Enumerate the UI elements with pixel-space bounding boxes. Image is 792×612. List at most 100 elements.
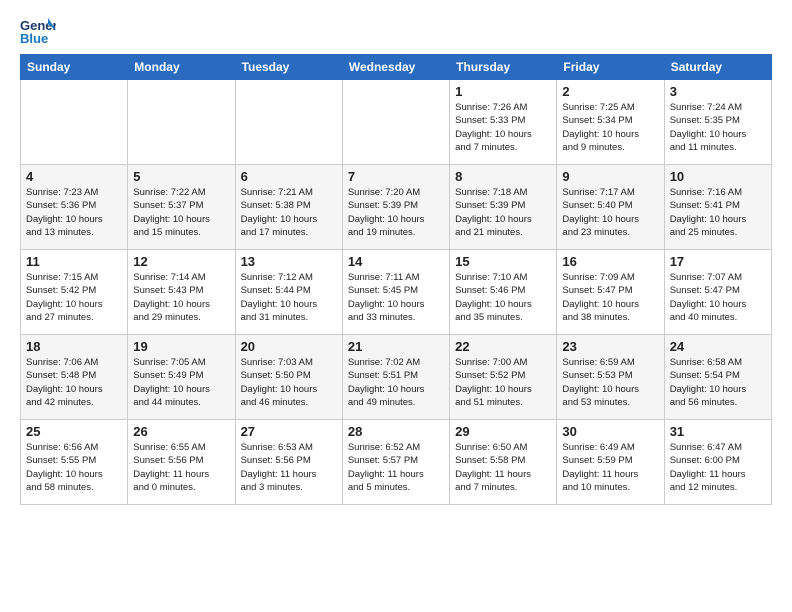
day-number: 18	[26, 339, 122, 354]
day-number: 16	[562, 254, 658, 269]
weekday-header-sunday: Sunday	[21, 55, 128, 80]
calendar-cell: 26 Sunrise: 6:55 AMSunset: 5:56 PMDayligh…	[128, 420, 235, 505]
day-info: Sunrise: 7:21 AMSunset: 5:38 PMDaylight:…	[241, 186, 337, 239]
day-number: 1	[455, 84, 551, 99]
day-number: 13	[241, 254, 337, 269]
day-info: Sunrise: 7:26 AMSunset: 5:33 PMDaylight:…	[455, 101, 551, 154]
day-info: Sunrise: 6:59 AMSunset: 5:53 PMDaylight:…	[562, 356, 658, 409]
day-info: Sunrise: 6:58 AMSunset: 5:54 PMDaylight:…	[670, 356, 766, 409]
day-info: Sunrise: 7:25 AMSunset: 5:34 PMDaylight:…	[562, 101, 658, 154]
day-number: 9	[562, 169, 658, 184]
day-number: 14	[348, 254, 444, 269]
calendar-cell: 3 Sunrise: 7:24 AMSunset: 5:35 PMDaylight…	[664, 80, 771, 165]
day-number: 20	[241, 339, 337, 354]
week-row-1: 1 Sunrise: 7:26 AMSunset: 5:33 PMDaylight…	[21, 80, 772, 165]
calendar-cell: 30 Sunrise: 6:49 AMSunset: 5:59 PMDayligh…	[557, 420, 664, 505]
weekday-header-friday: Friday	[557, 55, 664, 80]
calendar-cell	[21, 80, 128, 165]
day-number: 21	[348, 339, 444, 354]
day-info: Sunrise: 7:11 AMSunset: 5:45 PMDaylight:…	[348, 271, 444, 324]
day-info: Sunrise: 7:22 AMSunset: 5:37 PMDaylight:…	[133, 186, 229, 239]
calendar-cell: 12Sunrise: 7:14 AMSunset: 5:43 PMDayligh…	[128, 250, 235, 335]
calendar-cell: 4Sunrise: 7:23 AMSunset: 5:36 PMDaylight…	[21, 165, 128, 250]
day-number: 17	[670, 254, 766, 269]
day-number: 31	[670, 424, 766, 439]
weekday-header-wednesday: Wednesday	[342, 55, 449, 80]
week-row-5: 25 Sunrise: 6:56 AMSunset: 5:55 PMDayligh…	[21, 420, 772, 505]
day-number: 12	[133, 254, 229, 269]
day-info: Sunrise: 7:02 AMSunset: 5:51 PMDaylight:…	[348, 356, 444, 409]
day-info: Sunrise: 6:56 AMSunset: 5:55 PMDaylight:…	[26, 441, 122, 494]
calendar-cell: 28Sunrise: 6:52 AMSunset: 5:57 PMDayligh…	[342, 420, 449, 505]
day-info: Sunrise: 7:09 AMSunset: 5:47 PMDaylight:…	[562, 271, 658, 324]
day-number: 3	[670, 84, 766, 99]
day-info: Sunrise: 7:07 AMSunset: 5:47 PMDaylight:…	[670, 271, 766, 324]
calendar-cell	[128, 80, 235, 165]
calendar-cell: 24 Sunrise: 6:58 AMSunset: 5:54 PMDayligh…	[664, 335, 771, 420]
calendar-cell: 16 Sunrise: 7:09 AMSunset: 5:47 PMDayligh…	[557, 250, 664, 335]
calendar-cell: 18Sunrise: 7:06 AMSunset: 5:48 PMDayligh…	[21, 335, 128, 420]
day-info: Sunrise: 6:55 AMSunset: 5:56 PMDaylight:…	[133, 441, 229, 494]
calendar-cell	[342, 80, 449, 165]
day-number: 6	[241, 169, 337, 184]
weekday-header-saturday: Saturday	[664, 55, 771, 80]
weekday-header-tuesday: Tuesday	[235, 55, 342, 80]
calendar-cell: 7Sunrise: 7:20 AMSunset: 5:39 PMDaylight…	[342, 165, 449, 250]
calendar-cell	[235, 80, 342, 165]
calendar-cell: 11Sunrise: 7:15 AMSunset: 5:42 PMDayligh…	[21, 250, 128, 335]
day-number: 8	[455, 169, 551, 184]
day-number: 23	[562, 339, 658, 354]
day-info: Sunrise: 7:17 AMSunset: 5:40 PMDaylight:…	[562, 186, 658, 239]
calendar-cell: 25 Sunrise: 6:56 AMSunset: 5:55 PMDayligh…	[21, 420, 128, 505]
weekday-header-row: SundayMondayTuesdayWednesdayThursdayFrid…	[21, 55, 772, 80]
logo-icon: General Blue	[20, 16, 56, 46]
page-header: General Blue	[20, 16, 772, 46]
day-number: 25	[26, 424, 122, 439]
day-number: 7	[348, 169, 444, 184]
weekday-header-thursday: Thursday	[450, 55, 557, 80]
day-info: Sunrise: 6:49 AMSunset: 5:59 PMDaylight:…	[562, 441, 658, 494]
calendar-cell: 13 Sunrise: 7:12 AMSunset: 5:44 PMDayligh…	[235, 250, 342, 335]
day-number: 26	[133, 424, 229, 439]
day-info: Sunrise: 7:16 AMSunset: 5:41 PMDaylight:…	[670, 186, 766, 239]
logo: General Blue	[20, 16, 60, 46]
calendar-cell: 17 Sunrise: 7:07 AMSunset: 5:47 PMDayligh…	[664, 250, 771, 335]
calendar-cell: 1 Sunrise: 7:26 AMSunset: 5:33 PMDaylight…	[450, 80, 557, 165]
day-number: 19	[133, 339, 229, 354]
calendar-cell: 27 Sunrise: 6:53 AMSunset: 5:56 PMDayligh…	[235, 420, 342, 505]
week-row-3: 11Sunrise: 7:15 AMSunset: 5:42 PMDayligh…	[21, 250, 772, 335]
day-number: 22	[455, 339, 551, 354]
day-info: Sunrise: 6:47 AMSunset: 6:00 PMDaylight:…	[670, 441, 766, 494]
calendar-cell: 8Sunrise: 7:18 AMSunset: 5:39 PMDaylight…	[450, 165, 557, 250]
weekday-header-monday: Monday	[128, 55, 235, 80]
day-number: 2	[562, 84, 658, 99]
day-info: Sunrise: 7:24 AMSunset: 5:35 PMDaylight:…	[670, 101, 766, 154]
day-number: 30	[562, 424, 658, 439]
calendar-cell: 9 Sunrise: 7:17 AMSunset: 5:40 PMDaylight…	[557, 165, 664, 250]
day-info: Sunrise: 7:00 AMSunset: 5:52 PMDaylight:…	[455, 356, 551, 409]
day-number: 5	[133, 169, 229, 184]
week-row-2: 4Sunrise: 7:23 AMSunset: 5:36 PMDaylight…	[21, 165, 772, 250]
day-info: Sunrise: 7:23 AMSunset: 5:36 PMDaylight:…	[26, 186, 122, 239]
day-info: Sunrise: 7:10 AMSunset: 5:46 PMDaylight:…	[455, 271, 551, 324]
calendar-cell: 29 Sunrise: 6:50 AMSunset: 5:58 PMDayligh…	[450, 420, 557, 505]
day-info: Sunrise: 7:03 AMSunset: 5:50 PMDaylight:…	[241, 356, 337, 409]
day-info: Sunrise: 6:52 AMSunset: 5:57 PMDaylight:…	[348, 441, 444, 494]
calendar-cell: 19Sunrise: 7:05 AMSunset: 5:49 PMDayligh…	[128, 335, 235, 420]
day-number: 29	[455, 424, 551, 439]
calendar-cell: 23 Sunrise: 6:59 AMSunset: 5:53 PMDayligh…	[557, 335, 664, 420]
day-number: 24	[670, 339, 766, 354]
day-info: Sunrise: 7:12 AMSunset: 5:44 PMDaylight:…	[241, 271, 337, 324]
calendar-cell: 14 Sunrise: 7:11 AMSunset: 5:45 PMDayligh…	[342, 250, 449, 335]
calendar-cell: 21 Sunrise: 7:02 AMSunset: 5:51 PMDayligh…	[342, 335, 449, 420]
calendar-cell: 5 Sunrise: 7:22 AMSunset: 5:37 PMDaylight…	[128, 165, 235, 250]
day-number: 27	[241, 424, 337, 439]
svg-text:Blue: Blue	[20, 31, 48, 46]
calendar-cell: 2 Sunrise: 7:25 AMSunset: 5:34 PMDaylight…	[557, 80, 664, 165]
day-info: Sunrise: 6:53 AMSunset: 5:56 PMDaylight:…	[241, 441, 337, 494]
calendar-cell: 31 Sunrise: 6:47 AMSunset: 6:00 PMDayligh…	[664, 420, 771, 505]
calendar-cell: 15Sunrise: 7:10 AMSunset: 5:46 PMDayligh…	[450, 250, 557, 335]
day-info: Sunrise: 6:50 AMSunset: 5:58 PMDaylight:…	[455, 441, 551, 494]
day-number: 10	[670, 169, 766, 184]
day-info: Sunrise: 7:15 AMSunset: 5:42 PMDaylight:…	[26, 271, 122, 324]
